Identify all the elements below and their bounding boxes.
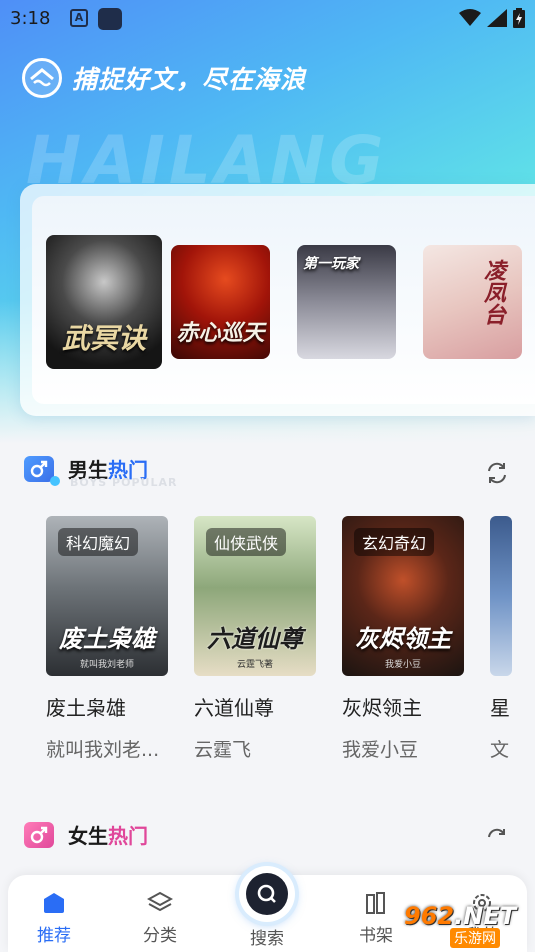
carousel-book-title: 凌凤台 [480,259,505,325]
book-cover: 仙侠武侠 六道仙尊 云霆飞著 [194,516,316,676]
female-section-header: 女生热门 [24,820,148,849]
tab-category[interactable]: 分类 [120,889,200,946]
book-genre-tag: 仙侠武侠 [206,528,287,556]
tab-label: 分类 [143,926,177,946]
featured-carousel[interactable]: 武冥诀 赤心巡天 第一玩家 凌凤台 [20,184,535,416]
male-section-subtitle: BOYS POPULAR [70,476,178,489]
battery-icon [513,8,525,28]
recommend-icon [14,889,94,917]
book-author: 文 [490,739,510,761]
book-name: 灰烬领主 [342,696,422,720]
book-cover: 玄幻奇幻 灰烬领主 我爱小豆 [342,516,464,676]
book-cover [490,516,512,676]
book-card[interactable]: 星 文 [490,516,512,762]
book-card[interactable]: 科幻魔幻 废土枭雄 就叫我刘老师 废土枭雄 就叫我刘老... [46,516,168,762]
female-section-title: 女生热门 [68,820,148,849]
signal-icon [487,9,507,27]
status-time: 3:18 [10,8,51,29]
refresh-female-icon[interactable] [484,826,510,852]
notification-a-icon: A [70,9,88,27]
refresh-male-icon[interactable] [484,460,510,486]
slogan-text: 捕捉好文，尽在海浪 [72,65,307,94]
book-name: 废土枭雄 [46,696,126,720]
watermark-main: 962.NET [404,902,516,930]
book-cover: 科幻魔幻 废土枭雄 就叫我刘老师 [46,516,168,676]
wifi-icon [459,9,481,26]
male-icon [24,455,60,486]
book-cover-author: 就叫我刘老师 [79,660,134,670]
book-genre-tag: 科幻魔幻 [58,528,139,556]
book-cover-title: 废土枭雄 [59,625,155,653]
carousel-book-title: 第一玩家 [303,256,359,272]
watermark-number: 962 [404,902,455,930]
layers-icon [120,889,200,917]
female-icon [24,821,54,848]
status-bar: 3:18 A [0,0,535,36]
female-title-plain: 女生 [68,824,108,848]
app-logo-icon [22,58,62,98]
carousel-book-title: 武冥诀 [61,322,146,355]
book-name: 星 [490,696,510,720]
book-cover-author: 云霆飞著 [236,660,273,670]
book-name: 六道仙尊 [194,696,274,720]
tab-label: 推荐 [37,926,71,946]
carousel-book-title: 赤心巡天 [176,321,265,346]
brand-row: 捕捉好文，尽在海浪 [22,58,306,98]
carousel-track: 武冥诀 赤心巡天 第一玩家 凌凤台 [32,196,535,404]
search-tab-label: 搜索 [250,929,284,949]
search-button[interactable] [239,866,295,922]
search-icon [246,873,288,915]
book-card[interactable]: 仙侠武侠 六道仙尊 云霆飞著 六道仙尊 云霆飞 [194,516,316,762]
carousel-book[interactable]: 武冥诀 [46,235,162,369]
carousel-book[interactable]: 赤心巡天 [171,245,270,359]
female-title-highlight: 热门 [108,824,148,848]
notification-app-icon [98,8,122,30]
book-author: 我爱小豆 [342,739,419,761]
site-watermark-badge: 962.NET 乐游网 [398,902,528,948]
book-card[interactable]: 玄幻奇幻 灰烬领主 我爱小豆 灰烬领主 我爱小豆 [342,516,464,762]
book-cover-author: 我爱小豆 [384,660,421,670]
watermark-sub: 乐游网 [450,928,500,948]
book-author: 云霆飞 [194,739,252,761]
tab-recommend[interactable]: 推荐 [14,889,94,946]
carousel-book[interactable]: 第一玩家 [297,245,396,359]
book-author: 就叫我刘老... [46,739,160,761]
book-cover-title: 灰烬领主 [355,625,451,653]
carousel-book[interactable]: 凌凤台 [423,245,522,359]
watermark-suffix: .NET [454,902,517,930]
book-cover-title: 六道仙尊 [207,625,303,653]
book-genre-tag: 玄幻奇幻 [354,528,435,556]
